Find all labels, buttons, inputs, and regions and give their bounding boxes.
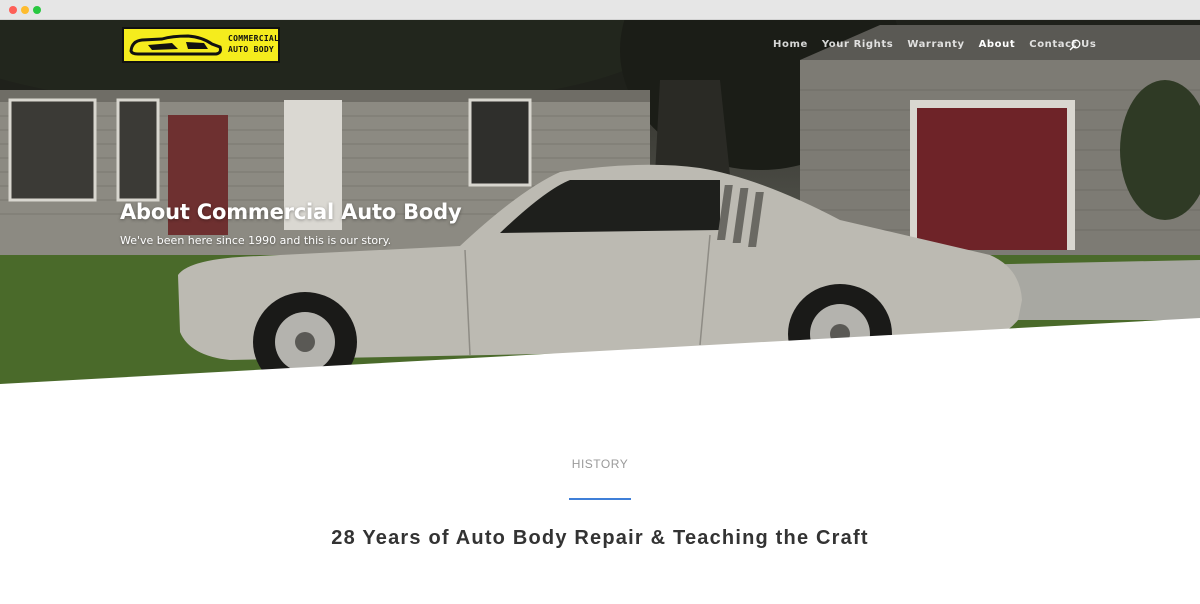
- nav-item-contact-us[interactable]: Contact Us: [1029, 39, 1096, 50]
- main-nav: Home Your Rights Warranty About Contact …: [773, 39, 1110, 50]
- logo-text: COMMERCIAL AUTO BODY: [228, 33, 280, 55]
- nav-item-warranty[interactable]: Warranty: [907, 39, 964, 50]
- nav-item-your-rights[interactable]: Your Rights: [822, 39, 893, 50]
- site-header: COMMERCIAL AUTO BODY Home Your Rights Wa…: [0, 20, 1200, 72]
- logo-text-line2: AUTO BODY: [228, 45, 275, 54]
- minimize-window-dot[interactable]: [21, 6, 29, 14]
- search-icon[interactable]: [1069, 39, 1081, 51]
- section-heading: 28 Years of Auto Body Repair & Teaching …: [331, 527, 869, 549]
- site-logo[interactable]: COMMERCIAL AUTO BODY: [122, 27, 280, 63]
- car-logo-icon: [129, 34, 222, 56]
- maximize-window-dot[interactable]: [33, 6, 41, 14]
- hero-subtitle: We've been here since 1990 and this is o…: [120, 234, 392, 247]
- nav-item-about[interactable]: About: [979, 39, 1016, 50]
- section-divider: [569, 498, 631, 500]
- close-window-dot[interactable]: [9, 6, 17, 14]
- nav-item-home[interactable]: Home: [773, 39, 808, 50]
- hero-title: About Commercial Auto Body: [120, 200, 462, 224]
- browser-title-bar: [0, 0, 1200, 20]
- logo-text-line1: COMMERCIAL: [228, 34, 280, 43]
- section-label: HISTORY: [571, 457, 629, 471]
